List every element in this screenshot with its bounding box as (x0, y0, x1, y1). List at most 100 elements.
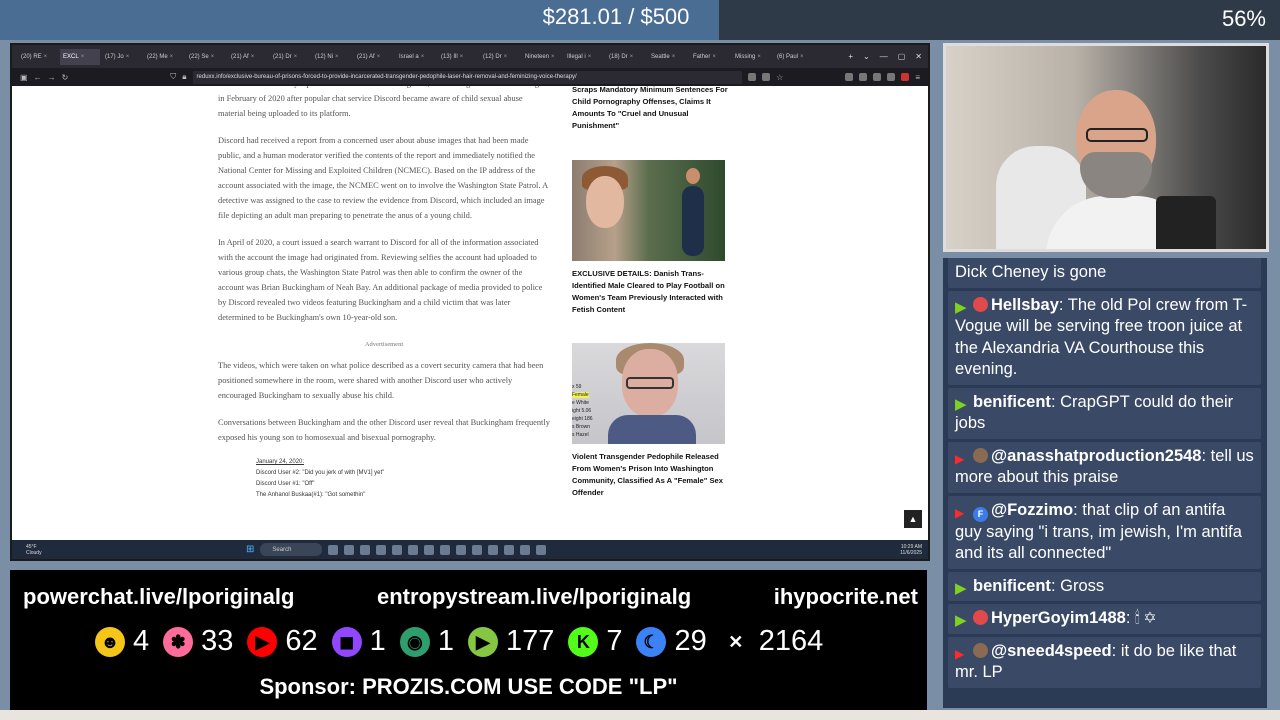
tab-close-icon[interactable]: × (460, 54, 464, 60)
tab-close-icon[interactable]: × (504, 54, 508, 60)
tab-close-icon[interactable]: × (588, 54, 592, 60)
taskbar-app-icon[interactable] (408, 544, 419, 555)
bookmark-star-icon[interactable]: ☆ (776, 73, 783, 82)
transcript-line: Discord User #1: "Off" (256, 481, 315, 487)
browser-tab[interactable]: (22) Me × (144, 49, 184, 65)
taskbar-app-icon[interactable] (504, 544, 515, 555)
sidebar-toggle-icon[interactable]: ▣ (20, 73, 28, 82)
browser-tab[interactable]: (21) Dr × (270, 49, 310, 65)
browser-tab[interactable]: Illegal i × (564, 49, 604, 65)
tab-close-icon[interactable]: × (81, 54, 85, 60)
taskbar-app-icon[interactable] (536, 544, 547, 555)
taskbar-search[interactable]: Search (260, 543, 323, 556)
platform-count: ◼ 1 (331, 625, 386, 658)
related-article-image[interactable] (572, 160, 725, 261)
chat-text: Dick Cheney is gone (955, 263, 1107, 281)
browser-tab[interactable]: (6) Paul × (774, 49, 814, 65)
account-icon[interactable] (859, 73, 868, 81)
browser-tab[interactable]: (13) Ill × (438, 49, 478, 65)
tab-close-icon[interactable]: × (294, 54, 298, 60)
browser-tab[interactable]: Father × (690, 49, 730, 65)
tab-close-icon[interactable]: × (757, 54, 761, 60)
tab-close-icon[interactable]: × (672, 54, 676, 60)
chat-username[interactable]: benificent (973, 577, 1051, 595)
windows-start-icon[interactable]: ⊞ (246, 544, 254, 555)
browser-tab[interactable]: (22) Se × (186, 49, 226, 65)
extension-icon[interactable] (873, 73, 882, 81)
tab-close-icon[interactable]: × (800, 54, 804, 60)
platform-count: ◉ 1 (399, 625, 454, 658)
tab-close-icon[interactable]: × (712, 54, 716, 60)
browser-tab[interactable]: Missing × (732, 49, 772, 65)
browser-tab[interactable]: (21) Af × (354, 49, 394, 65)
reload-icon[interactable]: ↻ (62, 73, 69, 82)
chat-username[interactable]: @anasshatproduction2548 (991, 447, 1201, 465)
pinwheel-icon: ✽ (163, 626, 194, 657)
taskbar-app-icon[interactable] (488, 544, 499, 555)
menu-icon[interactable]: ≡ (915, 73, 920, 82)
chat-username[interactable]: @sneed4speed (991, 642, 1112, 660)
chat-username[interactable]: HyperGoyim1488 (991, 609, 1126, 627)
tab-list-icon[interactable]: ⌄ (863, 52, 870, 61)
system-clock[interactable]: 10:29 AM 11/6/2025 (900, 544, 928, 556)
taskbar-app-icon[interactable] (344, 544, 355, 555)
tab-close-icon[interactable]: × (377, 54, 381, 60)
browser-tab[interactable]: Israel a × (396, 49, 436, 65)
back-icon[interactable]: ← (34, 73, 42, 82)
platform-count: ✽ 33 (163, 625, 233, 658)
extension-icon[interactable] (762, 73, 771, 81)
chat-message: ▶ Hellsbay: The old Pol crew from T- Vogu… (948, 290, 1261, 385)
close-icon[interactable]: ✕ (915, 52, 922, 61)
new-tab-icon[interactable]: + (848, 52, 853, 61)
extension-icon[interactable] (901, 73, 910, 81)
lock-icon[interactable]: 🔒︎ (182, 72, 186, 82)
taskbar-app-icon[interactable] (424, 544, 435, 555)
browser-tab[interactable]: Nineteen × (522, 49, 562, 65)
tab-close-icon[interactable]: × (251, 54, 255, 60)
user-badge-icon (973, 610, 988, 625)
taskbar-app-icon[interactable] (392, 544, 403, 555)
chat-username[interactable]: benificent (973, 393, 1051, 411)
taskbar-app-icon[interactable] (472, 544, 483, 555)
taskbar-app-icon[interactable] (376, 544, 387, 555)
taskbar-app-icon[interactable] (440, 544, 451, 555)
browser-tab[interactable]: (18) Dr × (606, 49, 646, 65)
chat-username[interactable]: @Fozzimo (991, 501, 1073, 519)
weather-widget[interactable]: 45°F Cloudy (26, 544, 50, 556)
shield-icon[interactable]: ⛉ (170, 72, 176, 82)
browser-tab[interactable]: (12) Dr × (480, 49, 520, 65)
user-badge-icon (973, 642, 988, 658)
taskbar-app-icon[interactable] (520, 544, 531, 555)
browser-tab[interactable]: (21) Af × (228, 49, 268, 65)
maximize-icon[interactable]: ▢ (898, 52, 906, 61)
browser-tab[interactable]: (20) RE × (18, 49, 58, 65)
tab-close-icon[interactable]: × (44, 54, 48, 60)
reader-icon[interactable] (748, 73, 757, 81)
taskbar-app-icon[interactable] (360, 544, 371, 555)
download-icon[interactable] (845, 73, 854, 81)
related-article-image[interactable]: x 59 Female e White ight 5.06 eight 186 … (572, 343, 725, 444)
taskbar-app-icon[interactable] (456, 544, 467, 555)
tab-close-icon[interactable]: × (630, 54, 634, 60)
count-value: 1 (369, 625, 386, 657)
browser-tab[interactable]: EXCL × (60, 48, 100, 65)
tab-close-icon[interactable]: × (551, 54, 555, 60)
browser-tab[interactable]: (12) Ni × (312, 49, 352, 65)
tab-close-icon[interactable]: × (211, 54, 215, 60)
chat-username[interactable]: Hellsbay (991, 296, 1059, 314)
tab-close-icon[interactable]: × (170, 54, 174, 60)
browser-tab[interactable]: Seattle × (648, 49, 688, 65)
tab-close-icon[interactable]: × (335, 54, 339, 60)
extension-icon[interactable] (887, 73, 896, 81)
related-article-title[interactable]: Scraps Mandatory Minimum Sentences For C… (572, 86, 728, 132)
tab-close-icon[interactable]: × (421, 54, 425, 60)
related-article-title[interactable]: EXCLUSIVE DETAILS: Danish Trans-Identifi… (572, 268, 728, 316)
taskbar-app-icon[interactable] (328, 544, 339, 555)
related-article-title[interactable]: Violent Transgender Pedophile Released F… (572, 451, 728, 499)
url-bar[interactable]: reduxx.info/exclusive-bureau-of-prisons-… (192, 70, 743, 84)
browser-tab[interactable]: (17) Jo × (102, 49, 142, 65)
tab-close-icon[interactable]: × (126, 54, 130, 60)
scroll-to-top-button[interactable]: ▲ (904, 510, 922, 528)
forward-icon[interactable]: → (48, 73, 56, 82)
minimize-icon[interactable]: — (880, 52, 888, 61)
